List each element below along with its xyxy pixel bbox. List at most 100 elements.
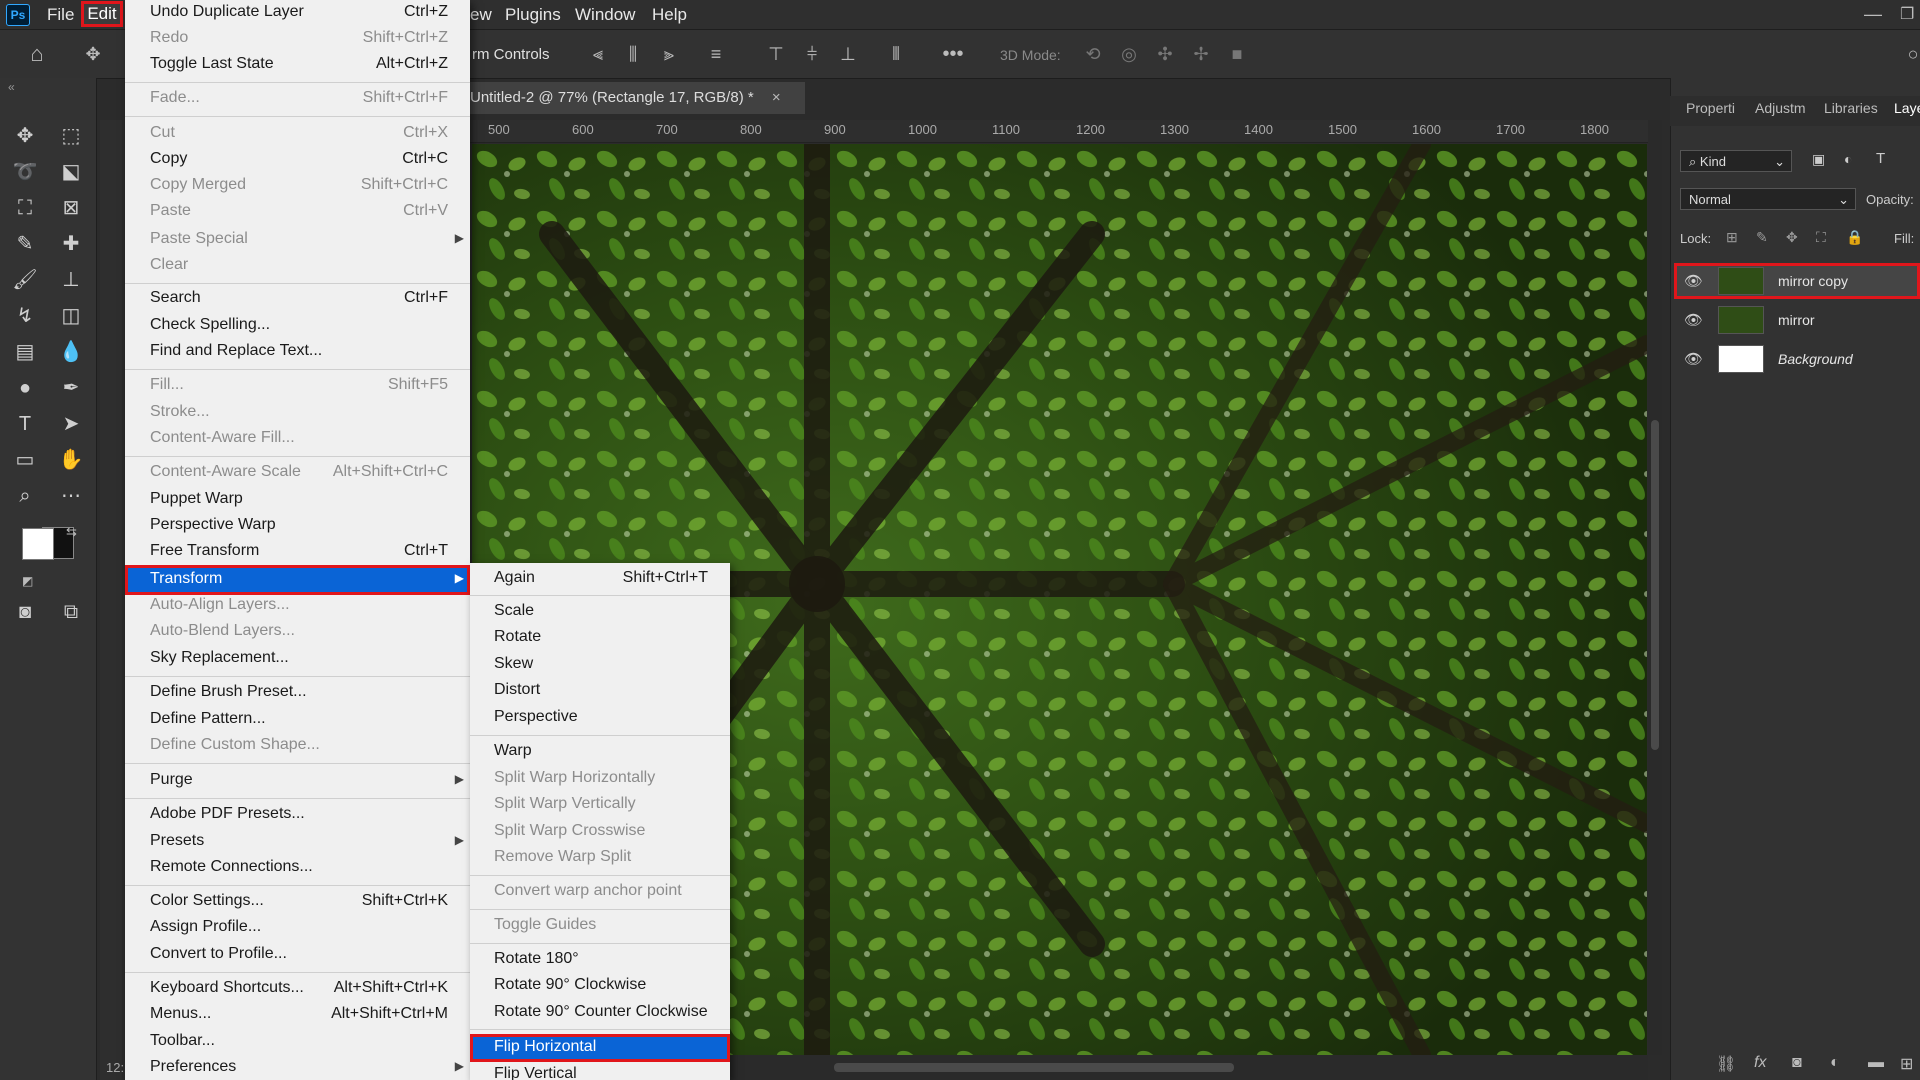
hand-icon[interactable]: ✋ xyxy=(56,446,86,474)
submenu-item-flip-horizontal[interactable]: Flip Horizontal xyxy=(470,1034,730,1062)
submenu-item-rotate-180[interactable]: Rotate 180° xyxy=(470,947,730,973)
move-tool-icon[interactable]: ✥ xyxy=(80,44,106,64)
tab-adjustments[interactable]: Adjustm xyxy=(1755,100,1806,116)
foreground-color-swatch[interactable] xyxy=(22,528,54,560)
align-left-icon[interactable]: ⫷ xyxy=(585,44,611,64)
menu-item-pdf-presets[interactable]: Adobe PDF Presets... xyxy=(125,802,470,828)
brush-icon[interactable]: 🖌 xyxy=(10,266,40,294)
menu-item-paste[interactable]: Paste Ctrl+V xyxy=(125,199,470,225)
menu-item-define-custom-shape[interactable]: Define Custom Shape... xyxy=(125,733,470,759)
lock-transparent-icon[interactable]: ⊞ xyxy=(1726,229,1738,246)
submenu-item-perspective[interactable]: Perspective xyxy=(470,705,730,731)
move-icon[interactable]: ✥ xyxy=(10,122,40,150)
submenu-item-remove-warp-split[interactable]: Remove Warp Split xyxy=(470,845,730,871)
submenu-item-rotate-90-ccw[interactable]: Rotate 90° Counter Clockwise xyxy=(470,1000,730,1026)
menu-item-purge[interactable]: Purge ▶ xyxy=(125,768,470,794)
menu-item-find-replace[interactable]: Find and Replace Text... xyxy=(125,339,470,365)
lock-position-icon[interactable]: ✥ xyxy=(1786,229,1798,246)
submenu-item-distort[interactable]: Distort xyxy=(470,678,730,704)
history-brush-icon[interactable]: ↯ xyxy=(10,302,40,330)
path-select-icon[interactable]: ➤ xyxy=(56,410,86,438)
menu-item-content-aware-fill[interactable]: Content-Aware Fill... xyxy=(125,426,470,452)
distribute-icon[interactable]: ≡ xyxy=(703,44,729,64)
visibility-eye-icon[interactable]: 👁 xyxy=(1684,350,1704,368)
3d-pan-icon[interactable]: ✣ xyxy=(1152,44,1178,64)
submenu-item-rotate[interactable]: Rotate xyxy=(470,625,730,651)
collapse-icon[interactable]: « xyxy=(8,80,15,94)
menu-window[interactable]: Window xyxy=(575,0,635,29)
menu-item-free-transform[interactable]: Free Transform Ctrl+T xyxy=(125,539,470,565)
marquee-icon[interactable]: ⬚ xyxy=(56,122,86,150)
layer-filter-select[interactable]: ⌕ Kind ⌄ xyxy=(1680,150,1792,172)
lock-all-icon[interactable]: 🔒 xyxy=(1846,229,1863,246)
submenu-item-split-warp-horizontally[interactable]: Split Warp Horizontally xyxy=(470,766,730,792)
new-layer-icon[interactable]: ⊞ xyxy=(1900,1054,1913,1074)
vertical-scroll-thumb[interactable] xyxy=(1651,420,1659,750)
menu-item-presets[interactable]: Presets ▶ xyxy=(125,829,470,855)
rectangle-icon[interactable]: ▭ xyxy=(10,446,40,474)
menu-edit[interactable]: Edit xyxy=(81,1,123,27)
tab-layers[interactable]: Laye xyxy=(1894,100,1920,116)
visibility-eye-icon[interactable]: 👁 xyxy=(1684,272,1704,290)
group-folder-icon[interactable]: ▬ xyxy=(1868,1054,1884,1072)
menu-item-define-pattern[interactable]: Define Pattern... xyxy=(125,707,470,733)
object-select-icon[interactable]: ⬕ xyxy=(56,158,86,186)
visibility-eye-icon[interactable]: 👁 xyxy=(1684,311,1704,329)
screen-mode-icon[interactable]: ⧉ xyxy=(56,598,86,626)
menu-view[interactable]: ew xyxy=(470,0,492,29)
quick-mask-icon[interactable]: ◙ xyxy=(10,598,40,626)
menu-item-toggle-last-state[interactable]: Toggle Last State Alt+Ctrl+Z xyxy=(125,52,470,78)
type-icon[interactable]: T xyxy=(10,410,40,438)
swap-colors-icon[interactable]: ⇆ xyxy=(66,524,77,540)
align-center-icon[interactable]: ⫼ xyxy=(620,44,646,64)
filter-type-icon[interactable]: T xyxy=(1876,150,1885,167)
menu-item-check-spelling[interactable]: Check Spelling... xyxy=(125,313,470,339)
menu-item-redo[interactable]: Redo Shift+Ctrl+Z xyxy=(125,26,470,52)
menu-item-perspective-warp[interactable]: Perspective Warp xyxy=(125,513,470,539)
document-tab[interactable]: Untitled-2 @ 77% (Rectangle 17, RGB/8) *… xyxy=(460,82,805,114)
eraser-icon[interactable]: ◫ xyxy=(56,302,86,330)
tab-properties[interactable]: Properti xyxy=(1686,100,1735,116)
tab-libraries[interactable]: Libraries xyxy=(1824,100,1878,116)
layer-row-mirror[interactable]: 👁 mirror xyxy=(1674,302,1920,338)
layer-style-icon[interactable]: fx xyxy=(1754,1054,1766,1072)
menu-item-convert-profile[interactable]: Convert to Profile... xyxy=(125,942,470,968)
layer-mask-icon[interactable]: ◙ xyxy=(1792,1054,1802,1072)
submenu-item-convert-warp-anchor[interactable]: Convert warp anchor point xyxy=(470,879,730,905)
menu-item-copy-merged[interactable]: Copy Merged Shift+Ctrl+C xyxy=(125,173,470,199)
minimize-icon[interactable]: — xyxy=(1864,4,1882,25)
submenu-item-split-warp-vertically[interactable]: Split Warp Vertically xyxy=(470,792,730,818)
menu-item-fill[interactable]: Fill... Shift+F5 xyxy=(125,373,470,399)
align-middle-icon[interactable]: ⫩ xyxy=(799,44,825,64)
menu-item-preferences[interactable]: Preferences ▶ xyxy=(125,1055,470,1080)
lock-pixels-icon[interactable]: ✎ xyxy=(1756,229,1768,246)
distribute-vertical-icon[interactable]: ⫴ xyxy=(883,44,909,64)
3d-orbit-icon[interactable]: ⟲ xyxy=(1080,44,1106,64)
menu-item-fade[interactable]: Fade... Shift+Ctrl+F xyxy=(125,86,470,112)
3d-slide-icon[interactable]: ✢ xyxy=(1188,44,1214,64)
filter-adjustment-icon[interactable]: ◐ xyxy=(1844,151,1852,167)
default-colors-icon[interactable]: ◩ xyxy=(22,574,33,588)
more-tools-icon[interactable]: ⋯ xyxy=(56,482,86,510)
3d-camera-icon[interactable]: ■ xyxy=(1224,44,1250,64)
crop-icon[interactable]: ⛶ xyxy=(10,194,40,222)
align-bottom-icon[interactable]: ⊥ xyxy=(835,44,861,64)
align-top-icon[interactable]: ⊤ xyxy=(763,44,789,64)
menu-item-stroke[interactable]: Stroke... xyxy=(125,400,470,426)
zoom-icon[interactable]: ⌕ xyxy=(10,482,40,510)
menu-item-paste-special[interactable]: Paste Special ▶ xyxy=(125,227,470,253)
menu-item-toolbar[interactable]: Toolbar... xyxy=(125,1029,470,1055)
horizontal-scroll-thumb[interactable] xyxy=(834,1063,1234,1072)
submenu-item-flip-vertical[interactable]: Flip Vertical xyxy=(470,1062,730,1080)
menu-item-sky-replacement[interactable]: Sky Replacement... xyxy=(125,646,470,672)
menu-file[interactable]: File xyxy=(47,0,74,29)
menu-item-search[interactable]: Search Ctrl+F xyxy=(125,286,470,312)
adjustment-layer-icon[interactable]: ◐ xyxy=(1830,1054,1840,1072)
stamp-icon[interactable]: ⊥ xyxy=(56,266,86,294)
gradient-icon[interactable]: ▤ xyxy=(10,338,40,366)
lock-artboard-icon[interactable]: ⛶ xyxy=(1816,229,1826,246)
menu-item-remote-connections[interactable]: Remote Connections... xyxy=(125,855,470,881)
submenu-item-rotate-90-cw[interactable]: Rotate 90° Clockwise xyxy=(470,973,730,999)
submenu-item-again[interactable]: Again Shift+Ctrl+T xyxy=(470,566,730,592)
menu-item-transform[interactable]: Transform ▶ xyxy=(125,565,470,595)
